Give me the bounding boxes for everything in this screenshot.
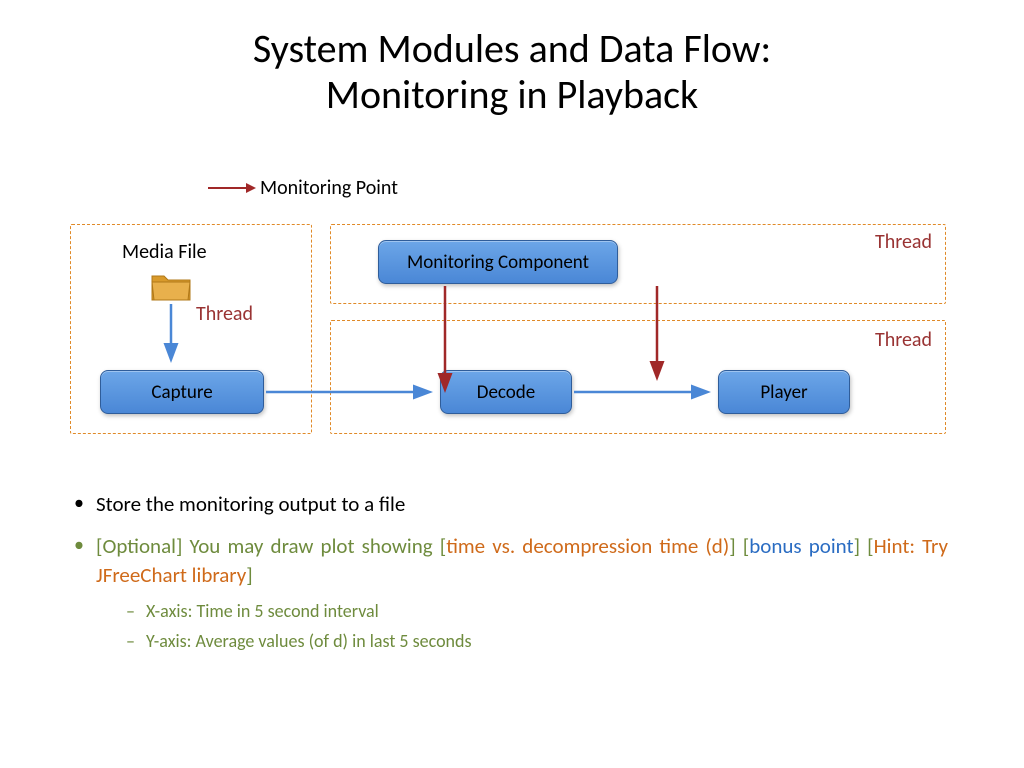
- arrow-monitoring-to-decode: [438, 286, 452, 398]
- legend-label: Monitoring Point: [260, 176, 398, 200]
- thread-label-bottom-right: Thread: [875, 328, 932, 352]
- monitoring-component-box: Monitoring Component: [378, 240, 618, 284]
- bullet-list: Store the monitoring output to a file [O…: [72, 490, 948, 668]
- capture-box: Capture: [100, 370, 264, 414]
- sub-bullet-1: X-axis: Time in 5 second interval: [96, 599, 948, 623]
- arrow-capture-to-decode: [266, 385, 438, 399]
- bullet-item-1: Store the monitoring output to a file: [72, 490, 948, 518]
- arrow-monitoring-to-player-path: [650, 286, 664, 386]
- folder-icon: [150, 270, 192, 302]
- thread-label-top-right: Thread: [875, 230, 932, 254]
- arrow-decode-to-player: [574, 385, 716, 399]
- player-box: Player: [718, 370, 850, 414]
- media-file-label: Media File: [122, 240, 207, 264]
- thread-container-bottom-right: [330, 320, 946, 434]
- decode-box: Decode: [440, 370, 572, 414]
- sub-bullet-2: Y-axis: Average values (of d) in last 5 …: [96, 629, 948, 653]
- legend: Monitoring Point: [208, 176, 398, 200]
- legend-arrow-icon: [208, 187, 248, 189]
- bullet-item-2: [Optional] You may draw plot showing [ti…: [72, 532, 948, 653]
- slide-title: System Modules and Data Flow: Monitoring…: [0, 26, 1024, 118]
- thread-label-left: Thread: [196, 302, 253, 326]
- arrow-mediafile-to-capture: [164, 304, 178, 368]
